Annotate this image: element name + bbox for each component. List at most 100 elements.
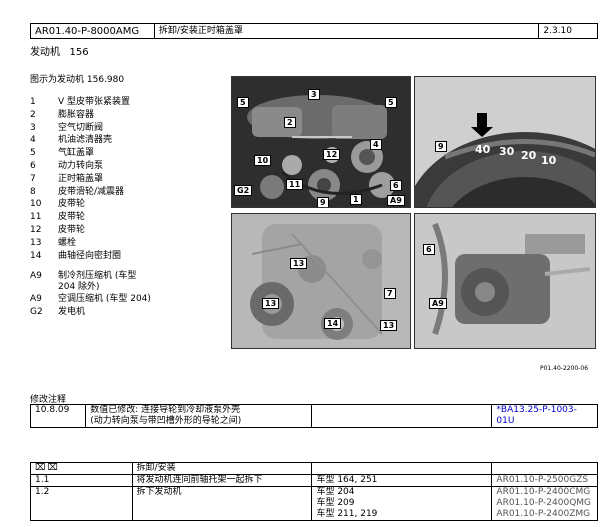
ops-models: 车型 204 车型 209 车型 211, 219 — [311, 486, 493, 521]
callout-14: 14 — [324, 318, 342, 329]
legend-text: 空调压缩机 (车型 204) — [58, 294, 151, 305]
legend-number: 2 — [30, 109, 36, 120]
header-table: AR01.40-P-8000AMG 拆卸/安装正时箱盖罩 2.3.10 — [30, 23, 598, 39]
legend-number: 12 — [30, 224, 42, 235]
callout-4: 4 — [370, 139, 382, 150]
ops-header-label: 拆卸/安装 — [131, 462, 313, 475]
callout-13: 13 — [262, 298, 280, 309]
pulley-marking-photo: 9 40 30 20 10 — [414, 76, 596, 208]
legend-text: 皮带滑轮/减震器 — [58, 186, 125, 197]
doc-id: AR01.40-P-8000AMG — [30, 23, 155, 39]
ops-header-empty — [311, 462, 493, 475]
legend-item: G2 发电机 — [30, 306, 225, 319]
engine-overview-photo: 5 3 5 2 4 10 11 12 G2 9 1 A9 6 — [231, 76, 411, 208]
callout-9: 9 — [317, 197, 329, 207]
ops-ref-link[interactable]: AR01.10-P-2400ZMG — [496, 509, 593, 520]
legend-text: 发电机 — [58, 307, 86, 318]
legend-text: V 型皮带张紧装置 — [58, 97, 131, 107]
legend-number: G2 — [30, 307, 43, 318]
timing-cover-photo: 7 13 13 14 13 — [231, 213, 411, 349]
legend-text: 膨胀容器 — [58, 109, 95, 120]
legend-number: 10 — [30, 199, 42, 210]
legend-item: 2 膨胀容器 — [30, 109, 225, 122]
legend-text: 动力转向泵 — [58, 160, 104, 171]
ops-text: 拆下发动机 — [131, 486, 313, 521]
ops-model: 车型 164, 251 — [311, 474, 493, 487]
legend-item: 12 皮带轮 — [30, 224, 225, 237]
legend-text: 正时箱盖罩 — [58, 173, 104, 184]
note-empty — [311, 404, 493, 428]
callout-5: 5 — [237, 97, 249, 108]
note-reference-link[interactable]: *BA13.25-P-1003-01U — [491, 404, 598, 428]
ops-model: 车型 204 — [316, 487, 355, 497]
ops-ref-link[interactable]: AR01.10-P-2400QMG — [496, 498, 593, 509]
ops-ref-link[interactable]: AR01.10-P-2500GZS — [491, 474, 598, 487]
ops-refs: AR01.10-P-2400CMG AR01.10-P-2400QMG AR01… — [491, 486, 598, 521]
legend-number: A9 — [30, 271, 42, 282]
legend-text: 皮带轮 — [58, 224, 86, 235]
legend-text: 空气切断阀 — [58, 122, 104, 133]
ops-step: 1.2 — [30, 486, 133, 521]
compressor-image — [415, 214, 595, 348]
doc-version: 2.3.10 — [538, 23, 598, 39]
legend-text: 气缸盖罩 — [58, 148, 95, 159]
callout-13: 13 — [380, 320, 398, 331]
ops-step: 1.1 — [30, 474, 133, 487]
ops-model: 车型 211, 219 — [316, 509, 378, 519]
legend-item: 4 机油滤清器壳 — [30, 134, 225, 147]
legend-number: 14 — [30, 250, 42, 261]
callout-6: 6 — [390, 180, 402, 191]
legend-text: 制冷剂压缩机 (车型 204 除外) — [58, 271, 137, 293]
legend-number: 11 — [30, 212, 42, 223]
legend-item: 6 动力转向泵 — [30, 160, 225, 173]
scale-40: 40 — [475, 143, 491, 156]
callout-7: 7 — [384, 288, 396, 299]
callout-9: 9 — [435, 141, 447, 152]
ops-ref-link[interactable]: AR01.10-P-2400CMG — [496, 487, 593, 498]
engine-line: 发动机 156 — [30, 47, 89, 58]
callout-a9: A9 — [387, 195, 405, 206]
legend-item: 1 V 型皮带张紧装置 — [30, 96, 225, 109]
compressor-photo: 6 A9 — [414, 213, 596, 349]
legend-number: 1 — [30, 97, 36, 107]
callout-2: 2 — [284, 117, 296, 128]
scale-10: 10 — [541, 154, 557, 167]
legend-item: 14 曲轴径向密封圈 — [30, 250, 225, 263]
callout-3: 3 — [308, 89, 320, 100]
callout-10: 10 — [254, 155, 272, 166]
legend-item: 10 皮带轮 — [30, 198, 225, 211]
callout-a9: A9 — [429, 298, 447, 309]
ops-header-icons: ⌧⌧ — [30, 462, 133, 475]
legend-number: 3 — [30, 122, 36, 133]
legend-text: 螺栓 — [58, 237, 77, 248]
operations-table: ⌧⌧ 拆卸/安装 1.1 将发动机连同前轴托架一起拆下 车型 164, 251 … — [30, 462, 598, 521]
legend-text: 皮带轮 — [58, 212, 86, 223]
legend-number: 5 — [30, 148, 36, 159]
legend-item: 5 气缸盖罩 — [30, 147, 225, 160]
ops-header-empty — [491, 462, 598, 475]
scale-20: 20 — [521, 149, 537, 162]
legend-item: 8 皮带滑轮/减震器 — [30, 186, 225, 199]
table-row: 1.2 拆下发动机 车型 204 车型 209 车型 211, 219 AR01… — [30, 486, 598, 521]
legend-item: 13 螺栓 — [30, 237, 225, 250]
legend-number: 8 — [30, 186, 36, 197]
callout-1: 1 — [350, 194, 362, 205]
note-text-line2: (动力转向泵与带凹槽外形的导轮之间) — [90, 416, 242, 426]
legend-item: 7 正时箱盖罩 — [30, 173, 225, 186]
callout-6: 6 — [423, 244, 435, 255]
table-row: ⌧⌧ 拆卸/安装 — [30, 462, 598, 475]
legend-item: 3 空气切断阀 — [30, 122, 225, 135]
legend: 1 V 型皮带张紧装置 2 膨胀容器 3 空气切断阀 4 机油滤清器壳 5 气缸盖罩 6 动力转向泵 7… — [30, 96, 225, 319]
table-row: 1.1 将发动机连同前轴托架一起拆下 车型 164, 251 AR01.10-P… — [30, 474, 598, 487]
legend-number: 4 — [30, 135, 36, 146]
ops-text: 将发动机连同前轴托架一起拆下 — [131, 474, 313, 487]
legend-number: A9 — [30, 294, 42, 305]
legend-number: 13 — [30, 237, 42, 248]
figure-id: P01.40-2200-06 — [540, 365, 589, 372]
callout-11: 11 — [286, 179, 304, 190]
ops-model: 车型 209 — [316, 498, 355, 508]
legend-item: 11 皮带轮 — [30, 211, 225, 224]
legend-number: 7 — [30, 173, 36, 184]
table-row: 10.8.09 数值已修改: 连接导轮到冷却液泵外壳 (动力转向泵与带凹槽外形的… — [29, 404, 598, 428]
legend-text: 皮带轮 — [58, 199, 86, 210]
